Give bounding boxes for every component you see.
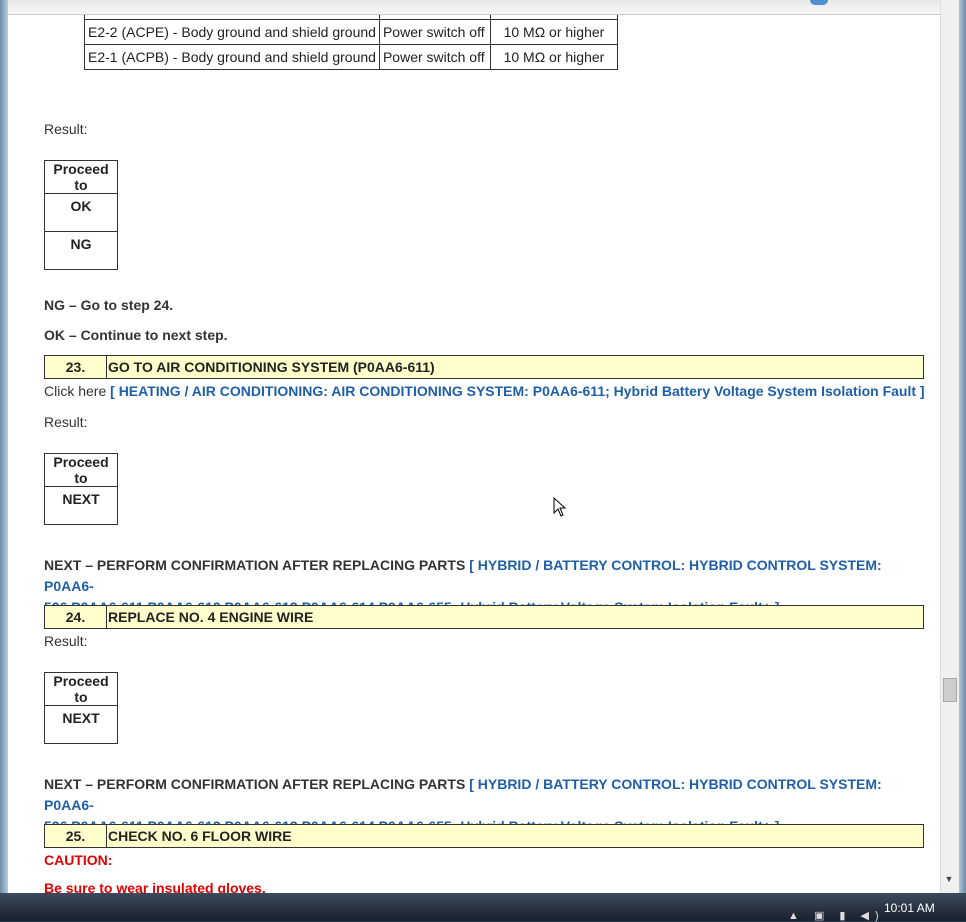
proceed-table: Proceed to NEXT <box>44 453 118 525</box>
result-label: Result: <box>44 414 88 430</box>
step-24-header: 24. REPLACE NO. 4 ENGINE WIRE <box>44 605 924 629</box>
caution-text: Be sure to wear insulated gloves. <box>44 880 266 893</box>
click-here-line: Click here [ HEATING / AIR CONDITIONING:… <box>44 383 925 399</box>
air-conditioning-link[interactable]: [ HEATING / AIR CONDITIONING: AIR CONDIT… <box>110 383 924 399</box>
proceed-table: Proceed to NEXT <box>44 672 118 744</box>
toolbar-edge <box>8 0 940 15</box>
scrollbar-thumb[interactable] <box>943 678 957 702</box>
table-row: E2-1 (ACPB) - Body ground and shield gro… <box>84 44 618 70</box>
proceed-header: Proceed to <box>44 672 118 706</box>
caution-label: CAUTION: <box>44 852 113 868</box>
connection-cell: E2-2 (ACPE) - Body ground and shield gro… <box>84 19 380 45</box>
ng-instruction: NG – Go to step 24. <box>44 297 174 313</box>
step-title: CHECK NO. 6 FLOOR WIRE <box>108 828 292 844</box>
proceed-option-next: NEXT <box>44 705 118 744</box>
step-title: REPLACE NO. 4 ENGINE WIRE <box>108 609 314 625</box>
scroll-down-arrow-icon[interactable]: ▼ <box>943 873 955 885</box>
proceed-table: Proceed to OK NG <box>44 160 118 270</box>
document-viewport: E2-2 (ACPE) - Body ground and shield gro… <box>8 0 940 893</box>
proceed-header: Proceed to <box>44 160 118 194</box>
proceed-option-next: NEXT <box>44 486 118 525</box>
step-title: GO TO AIR CONDITIONING SYSTEM (P0AA6-611… <box>108 359 435 375</box>
ok-instruction: OK – Continue to next step. <box>44 327 228 343</box>
toolbar-icon[interactable] <box>810 0 828 5</box>
click-here-text: Click here <box>44 383 107 399</box>
proceed-option-ng: NG <box>44 231 118 270</box>
vertical-scrollbar[interactable] <box>940 0 959 893</box>
next-text: NEXT – PERFORM CONFIRMATION AFTER REPLAC… <box>44 776 466 792</box>
spec-cell: 10 MΩ or higher <box>489 19 618 45</box>
result-label: Result: <box>44 121 88 137</box>
proceed-option-ok: OK <box>44 193 118 232</box>
proceed-header: Proceed to <box>44 453 118 487</box>
table-row: E2-2 (ACPE) - Body ground and shield gro… <box>84 19 618 45</box>
mouse-cursor-icon <box>553 497 567 517</box>
step-23-header: 23. GO TO AIR CONDITIONING SYSTEM (P0AA6… <box>44 355 924 379</box>
step-25-header: 25. CHECK NO. 6 FLOOR WIRE <box>44 824 924 848</box>
result-label: Result: <box>44 633 88 649</box>
next-text: NEXT – PERFORM CONFIRMATION AFTER REPLAC… <box>44 557 466 573</box>
connection-cell: E2-1 (ACPB) - Body ground and shield gro… <box>84 44 380 70</box>
step-number: 25. <box>45 825 107 847</box>
spec-cell: 10 MΩ or higher <box>489 44 618 70</box>
window-frame-right <box>958 0 966 893</box>
system-tray-icons[interactable]: ▲ ▣ ▮ ◀) <box>788 909 885 922</box>
condition-cell: Power switch off <box>378 19 491 45</box>
step-number: 23. <box>45 356 107 378</box>
window-frame-left <box>0 0 8 893</box>
taskbar-clock[interactable]: 10:01 AM <box>884 901 935 915</box>
step-number: 24. <box>45 606 107 628</box>
condition-cell: Power switch off <box>378 44 491 70</box>
